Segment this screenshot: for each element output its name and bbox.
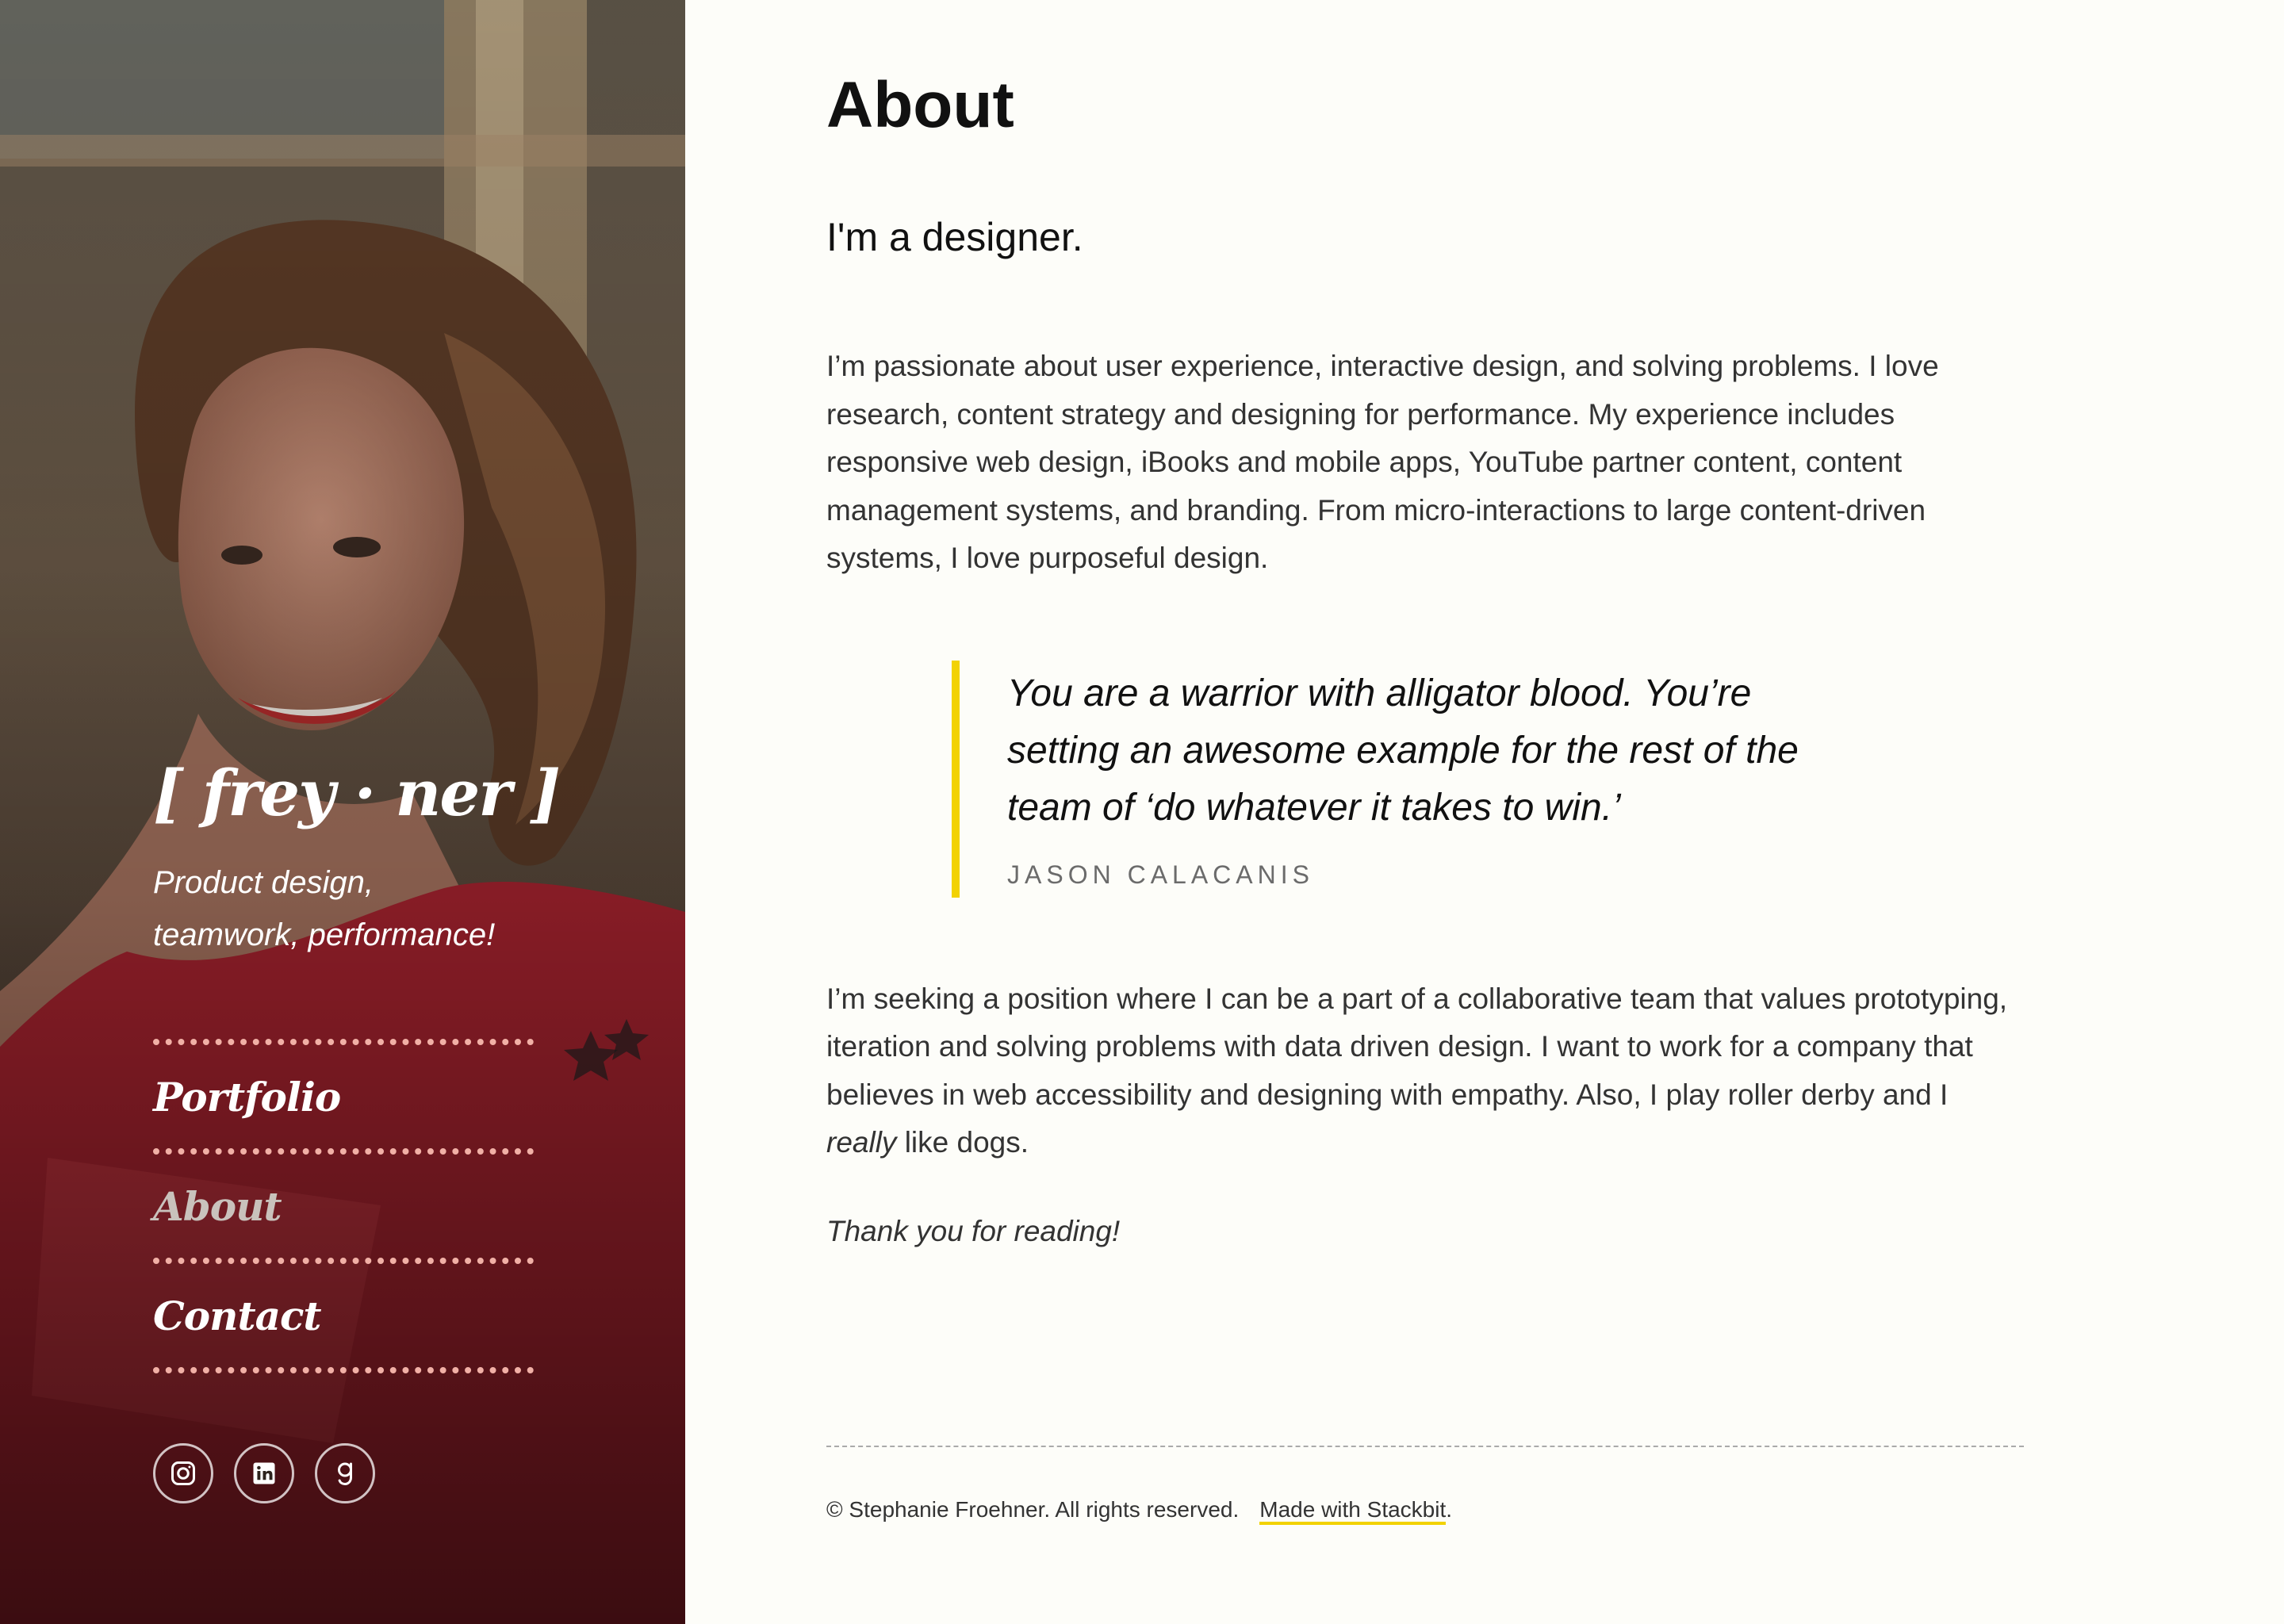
nav-item-about: About (153, 1155, 534, 1258)
stackbit-link[interactable]: Made with Stackbit (1259, 1497, 1447, 1525)
instagram-icon (171, 1461, 195, 1485)
goodreads-link[interactable] (315, 1443, 375, 1503)
nav-divider (153, 1258, 534, 1264)
nav-item-contact: Contact (153, 1264, 534, 1367)
thank-you-note: Thank you for reading! (826, 1214, 1121, 1247)
seeking-text: I’m seeking a position where I can be a … (826, 982, 2008, 1111)
seeking-text-end: like dogs. (896, 1126, 1029, 1159)
testimonial-quote: You are a warrior with alligator blood. … (952, 660, 1864, 898)
nav-link-about[interactable]: About (153, 1183, 282, 1230)
footer-divider (826, 1446, 2024, 1447)
site-tagline: Product design, teamwork, performance! (153, 856, 534, 961)
nav-divider (153, 1367, 534, 1373)
sidebar: [ frey · ner ] Product design, teamwork,… (0, 0, 685, 1624)
tagline-line-1: Product design, (153, 865, 374, 900)
nav-link-contact[interactable]: Contact (153, 1293, 322, 1339)
lead-text: I'm a designer. (826, 215, 1083, 259)
page-title: About (826, 69, 1014, 141)
tagline-line-2: teamwork, performance! (153, 917, 496, 952)
page: [ frey · ner ] Product design, teamwork,… (0, 0, 2284, 1624)
intro-paragraph: I’m passionate about user experience, in… (826, 350, 1939, 574)
social-links (153, 1443, 534, 1503)
main-content: About I'm a designer. I’m passionate abo… (685, 0, 2284, 1624)
nav-item-portfolio: Portfolio (153, 1045, 534, 1148)
seeking-paragraph: I’m seeking a position where I can be a … (826, 975, 2024, 1167)
sidebar-content: [ frey · ner ] Product design, teamwork,… (153, 761, 561, 1503)
nav-divider (153, 1039, 534, 1045)
linkedin-icon (253, 1462, 275, 1484)
quote-attribution: JASON CALACANIS (1007, 860, 1314, 889)
copyright-text: © Stephanie Froehner. All rights reserve… (826, 1497, 1240, 1522)
main-nav: Portfolio About Contact (153, 1039, 534, 1373)
quote-text: You are a warrior with alligator blood. … (1007, 672, 1799, 829)
article: About I'm a designer. I’m passionate abo… (826, 0, 2024, 1248)
site-title[interactable]: [ frey · ner ] (153, 761, 561, 825)
nav-divider (153, 1148, 534, 1155)
nav-link-portfolio[interactable]: Portfolio (153, 1074, 341, 1120)
instagram-link[interactable] (153, 1443, 213, 1503)
footer-period: . (1446, 1497, 1453, 1522)
emphasis-text: really (826, 1126, 897, 1159)
footer: © Stephanie Froehner. All rights reserve… (826, 1497, 1453, 1525)
linkedin-link[interactable] (234, 1443, 294, 1503)
goodreads-icon (338, 1462, 352, 1486)
